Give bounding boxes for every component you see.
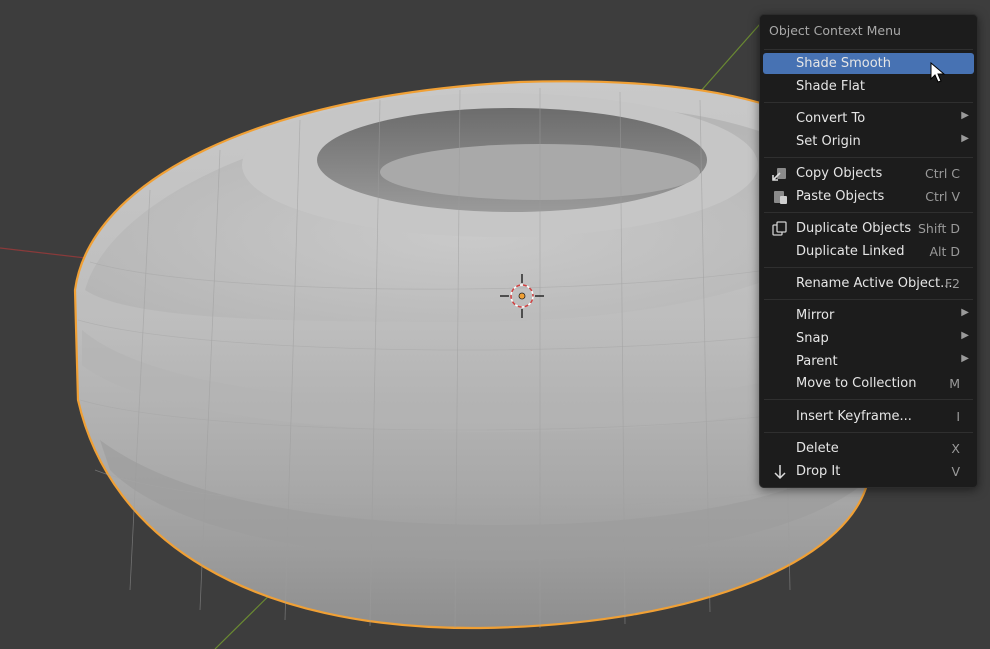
- submenu-arrow-icon: ▶: [961, 330, 969, 341]
- menu-item-label: Rename Active Object...: [796, 276, 953, 291]
- torus-object: [73, 80, 872, 630]
- shortcut-label: I: [956, 409, 960, 424]
- menu-item-label: Delete: [796, 441, 839, 456]
- menu-item-label: Set Origin: [796, 134, 861, 149]
- separator: [764, 102, 973, 103]
- menu-item-paste-objects[interactable]: Paste Objects Ctrl V: [763, 186, 974, 207]
- menu-item-mirror[interactable]: Mirror ▶: [763, 305, 974, 326]
- shortcut-label: F2: [944, 276, 960, 291]
- menu-item-label: Snap: [796, 331, 829, 346]
- menu-item-convert-to[interactable]: Convert To ▶: [763, 108, 974, 129]
- shortcut-label: Ctrl C: [925, 166, 960, 181]
- separator: [764, 432, 973, 433]
- menu-item-set-origin[interactable]: Set Origin ▶: [763, 131, 974, 152]
- duplicate-icon: [771, 221, 789, 237]
- shortcut-label: Ctrl V: [925, 189, 960, 204]
- menu-title: Object Context Menu: [769, 23, 901, 38]
- menu-item-snap[interactable]: Snap ▶: [763, 328, 974, 349]
- menu-item-label: Parent: [796, 354, 838, 369]
- menu-item-label: Shade Flat: [796, 79, 865, 94]
- menu-item-copy-objects[interactable]: Copy Objects Ctrl C: [763, 163, 974, 184]
- submenu-arrow-icon: ▶: [961, 133, 969, 144]
- separator: [764, 399, 973, 400]
- y-axis-line-far: [699, 23, 761, 93]
- drop-arrow-icon: [771, 464, 789, 480]
- submenu-arrow-icon: ▶: [961, 307, 969, 318]
- shortcut-label: M: [949, 376, 960, 391]
- shortcut-label: Alt D: [929, 244, 960, 259]
- menu-item-label: Shade Smooth: [796, 56, 891, 71]
- menu-item-insert-keyframe[interactable]: Insert Keyframe... I: [763, 406, 974, 427]
- submenu-arrow-icon: ▶: [961, 353, 969, 364]
- shortcut-label: Shift D: [917, 221, 960, 236]
- menu-item-parent[interactable]: Parent ▶: [763, 351, 974, 372]
- menu-item-label: Duplicate Linked: [796, 244, 905, 259]
- separator: [764, 267, 973, 268]
- menu-item-label: Drop It: [796, 464, 841, 479]
- menu-item-label: Insert Keyframe...: [796, 409, 912, 424]
- submenu-arrow-icon: ▶: [961, 110, 969, 121]
- mouse-pointer-icon: [930, 61, 946, 88]
- menu-item-delete[interactable]: Delete X: [763, 438, 974, 459]
- paste-icon: [771, 189, 789, 205]
- menu-item-label: Mirror: [796, 308, 835, 323]
- separator: [764, 212, 973, 213]
- menu-item-duplicate-linked[interactable]: Duplicate Linked Alt D: [763, 241, 974, 262]
- shortcut-label: X: [951, 441, 960, 456]
- separator: [764, 299, 973, 300]
- menu-item-drop-it[interactable]: Drop It V: [763, 461, 974, 482]
- separator: [764, 157, 973, 158]
- menu-item-rename-active-object[interactable]: Rename Active Object... F2: [763, 273, 974, 294]
- menu-item-duplicate-objects[interactable]: Duplicate Objects Shift D: [763, 218, 974, 239]
- menu-item-label: Move to Collection: [796, 376, 917, 391]
- menu-item-label: Copy Objects: [796, 166, 883, 181]
- shortcut-label: V: [951, 464, 960, 479]
- menu-item-move-to-collection[interactable]: Move to Collection M: [763, 373, 974, 394]
- menu-item-label: Paste Objects: [796, 189, 885, 204]
- separator: [764, 49, 973, 50]
- menu-item-label: Duplicate Objects: [796, 221, 912, 236]
- menu-item-label: Convert To: [796, 111, 866, 126]
- copy-icon: [771, 166, 789, 182]
